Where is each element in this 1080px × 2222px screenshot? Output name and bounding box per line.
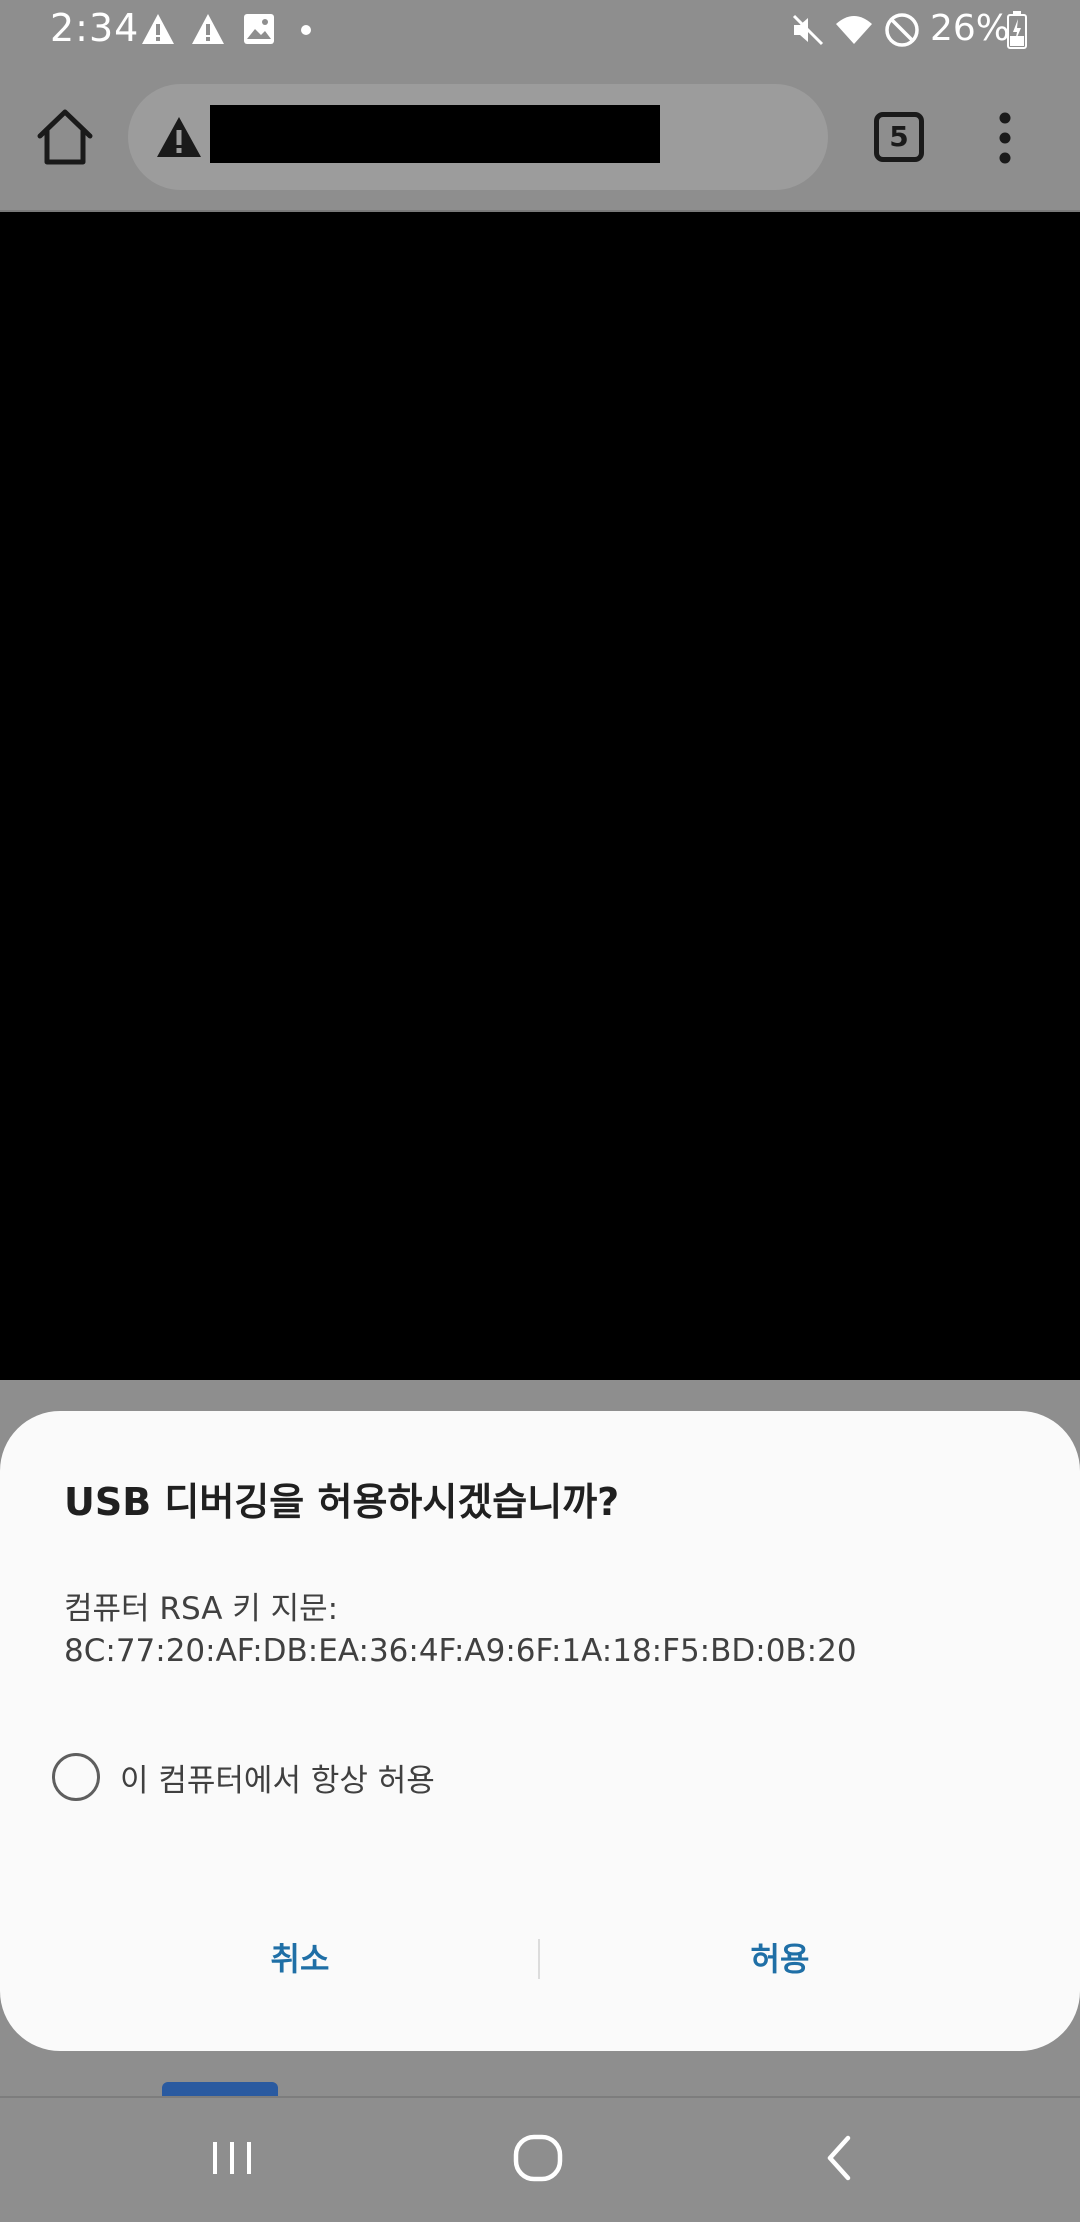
status-time: 2:34 bbox=[50, 6, 140, 50]
home-circle-icon[interactable] bbox=[508, 2128, 568, 2188]
partially-hidden-button bbox=[162, 2082, 278, 2096]
warning-icon bbox=[142, 14, 174, 44]
always-allow-option[interactable]: 이 컴퓨터에서 항상 허용 bbox=[52, 1749, 435, 1805]
rsa-fingerprint-value: 8C:77:20:AF:DB:EA:36:4F:A9:6F:1A:18:F5:B… bbox=[64, 1633, 857, 1669]
dialog-title: USB 디버깅을 허용하시겠습니까? bbox=[64, 1480, 620, 1524]
do-not-disturb-icon bbox=[885, 13, 919, 47]
rsa-fingerprint-label: 컴퓨터 RSA 키 지문: bbox=[64, 1591, 339, 1627]
allow-button[interactable]: 허용 bbox=[600, 1919, 960, 1999]
battery-charging-icon bbox=[1007, 11, 1027, 49]
status-bar: 2:34 26% bbox=[0, 0, 1080, 64]
battery-percentage: 26% bbox=[930, 8, 1011, 49]
more-vert-icon[interactable] bbox=[985, 108, 1025, 168]
navigation-bar bbox=[0, 2096, 1080, 2222]
dot-icon bbox=[301, 25, 311, 35]
url-text-redacted[interactable] bbox=[210, 105, 660, 163]
back-icon[interactable] bbox=[810, 2128, 870, 2188]
button-divider bbox=[538, 1939, 540, 1979]
home-icon[interactable] bbox=[30, 102, 100, 172]
cancel-button[interactable]: 취소 bbox=[120, 1919, 480, 1999]
page-content-redacted bbox=[0, 212, 1080, 1380]
warning-icon bbox=[192, 14, 224, 44]
usb-debugging-dialog: USB 디버깅을 허용하시겠습니까? 컴퓨터 RSA 키 지문: 8C:77:2… bbox=[0, 1411, 1080, 2051]
always-allow-label[interactable]: 이 컴퓨터에서 항상 허용 bbox=[120, 1755, 435, 1800]
tab-switcher-button[interactable]: 5 bbox=[874, 112, 924, 162]
warning-icon[interactable] bbox=[154, 114, 204, 160]
browser-toolbar: 5 bbox=[0, 64, 1080, 212]
wifi-icon bbox=[836, 16, 872, 44]
recents-icon[interactable] bbox=[205, 2128, 265, 2188]
image-icon bbox=[244, 14, 274, 44]
always-allow-checkbox[interactable] bbox=[52, 1753, 100, 1801]
dialog-button-bar: 취소 허용 bbox=[0, 1919, 1080, 1999]
url-bar[interactable] bbox=[128, 84, 828, 190]
mute-icon bbox=[792, 14, 824, 46]
